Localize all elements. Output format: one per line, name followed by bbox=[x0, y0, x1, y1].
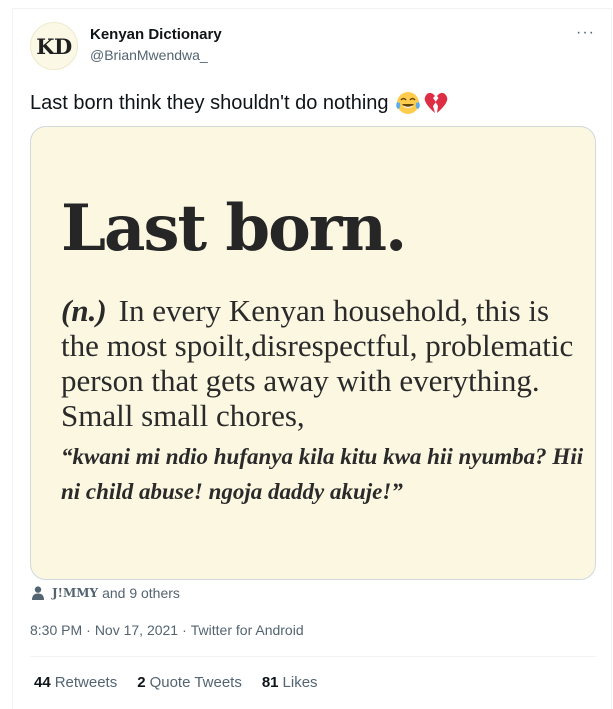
broken-heart-icon bbox=[424, 92, 447, 113]
definition-quote: “kwani mi ndio hufanya kila kitu kwa hii… bbox=[61, 444, 584, 504]
meta-separator: · bbox=[86, 622, 91, 638]
person-icon bbox=[32, 586, 44, 600]
liked-by-suffix[interactable]: and 9 others bbox=[102, 585, 180, 601]
liked-by-row[interactable]: J!MMY and 9 others bbox=[30, 585, 180, 601]
face-with-tears-of-joy-icon bbox=[395, 92, 420, 114]
tweet-meta: 8:30 PM · Nov 17, 2021 · Twitter for Android bbox=[30, 622, 304, 638]
likes-count: 81 bbox=[261, 674, 279, 691]
tweet-text: Last born think they shouldn't do nothin… bbox=[30, 90, 449, 116]
tweet-image[interactable]: Last born. (n.) In every Kenyan household… bbox=[30, 126, 596, 580]
tweet-stats: 44 Retweets 2 Quote Tweets 81 Likes bbox=[34, 674, 318, 691]
quotes-count: 2 bbox=[137, 674, 146, 691]
retweets-count: 44 bbox=[34, 674, 51, 691]
quote-tweets-stat[interactable]: 2 Quote Tweets bbox=[137, 674, 242, 691]
tweet-time[interactable]: 8:30 PM bbox=[30, 622, 82, 638]
tweet-emojis bbox=[395, 90, 449, 116]
likes-label: Likes bbox=[282, 674, 318, 691]
quotes-label: Quote Tweets bbox=[149, 674, 242, 691]
tweet-text-content: Last born think they shouldn't do nothin… bbox=[30, 91, 389, 114]
definition-text: In every Kenyan household, this is the m… bbox=[61, 293, 574, 433]
tweet-date[interactable]: Nov 17, 2021 bbox=[95, 622, 178, 638]
definition-body: (n.) In every Kenyan household, this is t… bbox=[61, 293, 581, 433]
part-of-speech: (n.) bbox=[61, 293, 107, 328]
author-name[interactable]: Kenyan Dictionary bbox=[90, 26, 222, 43]
author-handle[interactable]: @BrianMwendwa_ bbox=[90, 47, 208, 63]
retweets-label: Retweets bbox=[54, 674, 118, 691]
divider bbox=[30, 656, 596, 657]
likes-stat[interactable]: 81 Likes bbox=[262, 674, 318, 691]
retweets-stat[interactable]: 44 Retweets bbox=[34, 674, 117, 691]
liked-by-name[interactable]: J!MMY bbox=[52, 586, 98, 600]
definition-title: Last born. bbox=[61, 191, 407, 266]
tweet-source[interactable]: Twitter for Android bbox=[191, 622, 304, 638]
more-options-icon[interactable]: ··· bbox=[576, 24, 595, 42]
avatar[interactable]: KD bbox=[30, 22, 78, 70]
meta-separator: · bbox=[182, 622, 187, 638]
